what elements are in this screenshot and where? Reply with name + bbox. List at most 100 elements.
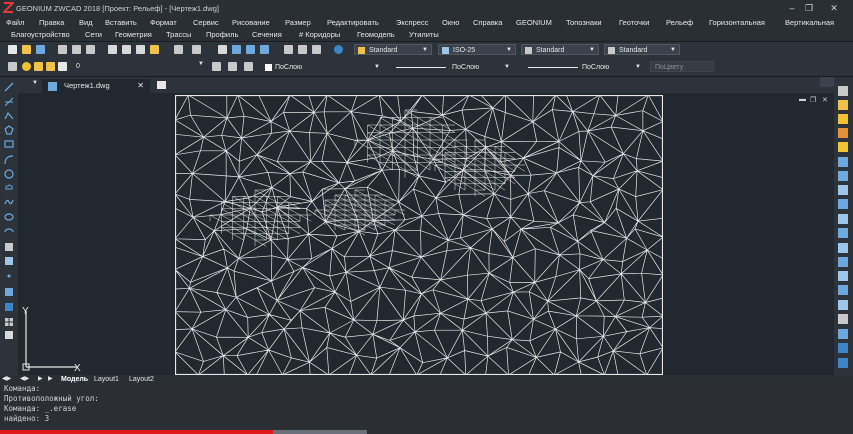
scale-icon[interactable] [838, 185, 848, 195]
layer-manager-icon[interactable] [8, 62, 17, 71]
align-icon[interactable] [838, 329, 848, 339]
menu-vertical[interactable]: Вертикальная [785, 18, 834, 27]
ellipse-icon[interactable] [4, 212, 14, 222]
current-layer-name[interactable]: 0 [76, 61, 80, 72]
menu-draw[interactable]: Рисование [232, 18, 270, 27]
linetype-dropdown[interactable]: ПоСлою ▼ [391, 61, 514, 72]
tab-layout2[interactable]: Layout2 [129, 375, 154, 384]
explode-icon[interactable] [838, 314, 848, 324]
menu-corridors[interactable]: # Коридоры [299, 30, 340, 39]
help-icon[interactable] [334, 45, 343, 54]
layer-on-bulb-icon[interactable] [22, 62, 31, 71]
copy-object-icon[interactable] [838, 100, 848, 110]
copy-icon[interactable] [122, 45, 131, 54]
menu-profile[interactable]: Профиль [206, 30, 238, 39]
open-file-icon[interactable] [22, 45, 31, 54]
revcloud-icon[interactable] [4, 183, 14, 193]
new-file-icon[interactable] [8, 45, 17, 54]
new-tab-icon[interactable] [157, 81, 166, 89]
viewport-minimize-icon[interactable]: ▬ [799, 96, 806, 103]
lengthen-icon[interactable] [838, 214, 848, 224]
chamfer-icon[interactable] [838, 285, 848, 295]
xline-icon[interactable] [4, 97, 14, 107]
polyline-icon[interactable] [4, 111, 14, 121]
menu-landscaping[interactable]: Благоустройство [11, 30, 70, 39]
layer-lock-icon[interactable] [46, 62, 55, 71]
multileader-style-dropdown[interactable]: Standard ▼ [604, 44, 680, 55]
lineweight-dropdown[interactable]: ПоСлою ▼ [523, 61, 645, 72]
make-current-layer-icon[interactable] [212, 62, 221, 71]
layout-nav-prev-icon[interactable]: ◀▶ [20, 375, 29, 384]
zoom-previous-icon[interactable] [260, 45, 269, 54]
properties-icon[interactable] [284, 45, 293, 54]
menu-view[interactable]: Вид [79, 18, 93, 27]
close-button[interactable]: ✕ [827, 3, 841, 14]
menu-geometry[interactable]: Геометрия [115, 30, 152, 39]
point-icon[interactable] [4, 271, 14, 281]
make-block-icon[interactable] [4, 256, 14, 266]
rectangle-icon[interactable] [4, 139, 14, 149]
menu-relief[interactable]: Рельеф [666, 18, 693, 27]
mirror-icon[interactable] [838, 114, 848, 124]
spline-icon[interactable] [4, 197, 14, 207]
menu-help[interactable]: Справка [473, 18, 502, 27]
zoom-window-icon[interactable] [246, 45, 255, 54]
menu-format[interactable]: Формат [150, 18, 177, 27]
command-line-history[interactable]: Команда: Противоположный угол: Команда: … [0, 384, 853, 434]
menu-modify[interactable]: Редактировать [327, 18, 379, 27]
layer-states-icon[interactable] [244, 62, 253, 71]
menu-geonium[interactable]: GEONIUM [516, 18, 552, 27]
line-icon[interactable] [4, 82, 14, 92]
text-style-dropdown[interactable]: Standard ▼ [354, 44, 432, 55]
menu-toposigns[interactable]: Топознаки [566, 18, 602, 27]
menu-horizontal[interactable]: Горизонтальная [709, 18, 765, 27]
tin-surface-mesh[interactable] [175, 95, 663, 375]
split-view-left-icon[interactable] [820, 77, 834, 87]
redo-icon[interactable] [192, 45, 201, 54]
undo-icon[interactable] [174, 45, 183, 54]
ellipse-arc-icon[interactable] [4, 227, 14, 237]
viewport-close-icon[interactable]: ✕ [822, 96, 828, 104]
tab-model[interactable]: Модель [61, 375, 88, 384]
print-icon[interactable] [58, 45, 67, 54]
menu-express[interactable]: Экспресс [396, 18, 428, 27]
fillet-icon[interactable] [838, 300, 848, 310]
menu-geopoints[interactable]: Геоточки [619, 18, 649, 27]
insert-block-icon[interactable] [4, 242, 14, 252]
menu-networks[interactable]: Сети [85, 30, 102, 39]
dim-style-dropdown[interactable]: ISO-25 ▼ [438, 44, 516, 55]
save-icon[interactable] [36, 45, 45, 54]
mtext-icon[interactable] [4, 330, 14, 340]
menu-edit[interactable]: Правка [39, 18, 64, 27]
menu-geomodel[interactable]: Геомодель [357, 30, 395, 39]
rotate-icon[interactable] [838, 171, 848, 181]
viewport-restore-icon[interactable]: ❐ [810, 96, 816, 104]
tab-drawing1[interactable]: Чертеж1.dwg ✕ [42, 79, 150, 93]
model-viewport[interactable]: ▬ ❐ ✕ [18, 93, 834, 375]
layout-nav-last-icon[interactable]: ▶ [48, 375, 53, 384]
circle-icon[interactable] [4, 169, 14, 179]
color-dropdown[interactable]: ПоСлою ▼ [262, 61, 384, 72]
menu-routes[interactable]: Трассы [166, 30, 191, 39]
menu-dimension[interactable]: Размер [285, 18, 311, 27]
tool-palettes-icon[interactable] [312, 45, 321, 54]
cut-icon[interactable] [108, 45, 117, 54]
close-tab-icon[interactable]: ✕ [137, 79, 144, 93]
offset-icon[interactable] [838, 128, 848, 138]
menu-insert[interactable]: Вставить [105, 18, 137, 27]
menu-file[interactable]: Файл [6, 18, 24, 27]
menu-sections[interactable]: Сечения [252, 30, 282, 39]
erase-icon[interactable] [838, 86, 848, 96]
join-icon[interactable] [838, 271, 848, 281]
layout-nav-next-icon[interactable]: ▶ [38, 375, 43, 384]
array-icon[interactable] [838, 142, 848, 152]
layer-freeze-sun-icon[interactable] [34, 62, 43, 71]
layer-previous-icon[interactable] [228, 62, 237, 71]
gradient-icon[interactable] [4, 302, 14, 312]
extend-icon[interactable] [838, 243, 848, 253]
properties-panel-icon[interactable] [838, 343, 848, 353]
table-style-dropdown[interactable]: Standard ▼ [521, 44, 599, 55]
move-icon[interactable] [838, 157, 848, 167]
stretch-icon[interactable] [838, 199, 848, 209]
pan-icon[interactable] [218, 45, 227, 54]
